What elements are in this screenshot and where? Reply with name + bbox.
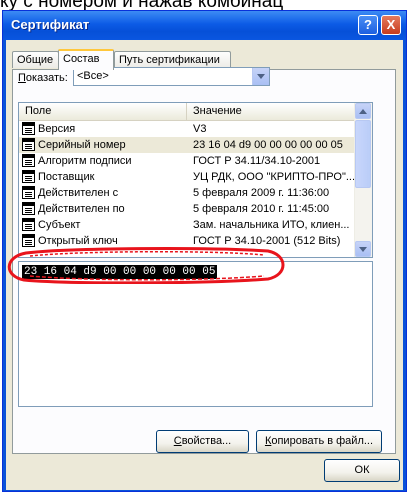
certificate-field-icon [22, 170, 35, 183]
close-button[interactable]: X [381, 15, 401, 35]
certificate-field-icon [22, 202, 35, 215]
certificate-field-icon [22, 122, 35, 135]
certificate-field-icon [22, 218, 35, 231]
window-title: Сертификат [11, 17, 90, 32]
list-rows: Версия V3 Серийный номер 23 16 04 d9 00 00… [19, 121, 357, 249]
list-item[interactable]: Действителен по 5 февраля 2010 г. 11:45:0… [19, 201, 357, 217]
column-header-field[interactable]: Поле [19, 103, 187, 120]
copy-to-file-button[interactable]: Копировать в файл... [256, 430, 382, 453]
tab-certification-path[interactable]: Путь сертификации [114, 51, 231, 68]
certificate-field-icon [22, 186, 35, 199]
list-item[interactable]: Алгоритм подписи ГОСТ Р 34.11/34.10-2001 [19, 153, 357, 169]
field-detail-textbox[interactable]: 23 16 04 d9 00 00 00 00 00 05 [18, 261, 373, 407]
title-bar[interactable]: Сертификат ? X [3, 11, 406, 40]
column-header-value[interactable]: Значение [187, 103, 357, 120]
tab-general[interactable]: Общие [12, 51, 59, 68]
ok-button[interactable]: ОК [324, 459, 400, 482]
show-filter-value: <Все> [77, 70, 109, 82]
list-item-selected[interactable]: Серийный номер 23 16 04 d9 00 00 00 00 00… [19, 137, 357, 153]
help-button[interactable]: ? [358, 15, 378, 35]
list-item[interactable]: Открытый ключ ГОСТ Р 34.10-2001 (512 Bits… [19, 233, 357, 249]
list-item[interactable]: Поставщик УЦ РДК, ООО "КРИПТО-ПРО"... [19, 169, 357, 185]
tab-details[interactable]: Состав [58, 49, 114, 70]
show-label: Показать: [18, 72, 68, 84]
properties-button[interactable]: Свойства... [156, 430, 249, 453]
certificate-field-icon [22, 234, 35, 247]
scrollbar-thumb[interactable] [355, 120, 371, 188]
certificate-field-icon [22, 138, 35, 151]
certificate-field-icon [22, 154, 35, 167]
fields-list[interactable]: Поле Значение Версия V3 Серийный номер 23 … [18, 102, 373, 258]
certificate-dialog: Сертификат ? X Общие Состав Путь сертифи… [2, 10, 407, 492]
scroll-up-arrow-icon[interactable] [355, 103, 371, 119]
dialog-client-area: Общие Состав Путь сертификации Показать:… [6, 40, 403, 490]
scroll-down-arrow-icon[interactable] [355, 241, 371, 257]
list-item[interactable]: Субъект Зам. начальника ИТО, клиен... [19, 217, 357, 233]
chevron-down-icon[interactable] [252, 68, 269, 85]
list-item[interactable]: Версия V3 [19, 121, 357, 137]
list-item[interactable]: Действителен с5 февраля 2009 г. 11:36:00 [19, 185, 357, 201]
list-header: Поле Значение [19, 103, 357, 121]
detail-selected-text[interactable]: 23 16 04 d9 00 00 00 00 00 05 [22, 265, 218, 279]
list-scrollbar[interactable] [354, 103, 372, 257]
